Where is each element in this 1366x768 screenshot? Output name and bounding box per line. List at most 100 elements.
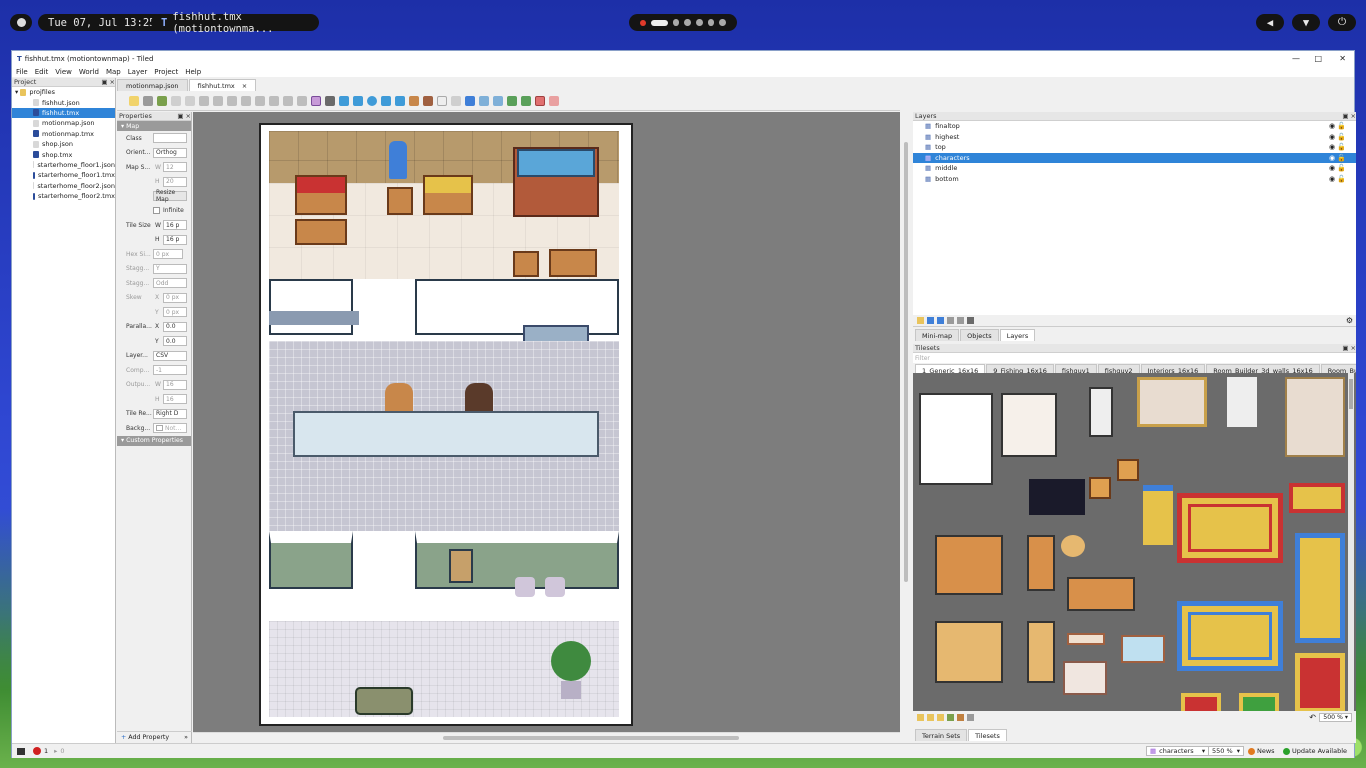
tile-round-stool[interactable] xyxy=(1061,535,1085,557)
canvas-vertical-scrollbar[interactable] xyxy=(902,112,911,732)
insert-polygon-icon[interactable] xyxy=(381,96,391,106)
vertical-scroll-thumb[interactable] xyxy=(904,142,908,582)
shape-fill-icon[interactable] xyxy=(241,96,251,106)
gear-icon[interactable]: ⚙ xyxy=(1346,316,1353,325)
menu-edit[interactable]: Edit xyxy=(35,68,49,76)
tab-tilesets[interactable]: Tilesets xyxy=(968,729,1007,741)
project-file-item[interactable]: motionmap.json xyxy=(12,118,115,128)
lock-layer-icon[interactable] xyxy=(967,317,974,324)
new-layer-icon[interactable] xyxy=(917,317,924,324)
tab-motionmap-json[interactable]: motionmap.json xyxy=(117,79,188,91)
orientation-select[interactable]: Orthog xyxy=(153,147,187,158)
workspace-dot[interactable] xyxy=(696,19,703,26)
panel-float-icon[interactable]: ▣ × xyxy=(1342,344,1356,352)
workspace-dot[interactable] xyxy=(684,19,692,26)
project-file-item[interactable]: fishhut.json xyxy=(12,97,115,107)
project-file-item[interactable]: starterhome_floor1.json xyxy=(12,160,115,170)
tile-shelf[interactable] xyxy=(1067,633,1105,645)
redo-icon[interactable] xyxy=(185,96,195,106)
error-icon[interactable] xyxy=(33,747,41,755)
tile-kitchen-set[interactable] xyxy=(1001,393,1057,457)
tile-height-field[interactable]: 16 p xyxy=(163,234,187,245)
panel-float-icon[interactable]: ▣ × xyxy=(177,112,191,120)
warning-icon[interactable]: ▸ xyxy=(54,747,57,755)
layer-format-select[interactable]: CSV xyxy=(153,350,187,361)
save-icon[interactable] xyxy=(143,96,153,106)
output-h-field[interactable]: 16 xyxy=(163,394,187,405)
insert-point-icon[interactable] xyxy=(353,96,363,106)
tile-dark-window[interactable] xyxy=(1029,479,1085,515)
new-tileset-icon[interactable] xyxy=(917,713,924,721)
insert-ellipse-icon[interactable] xyxy=(367,96,377,106)
eye-icon[interactable]: ◉ 🔓 xyxy=(1329,175,1346,183)
magic-wand-icon[interactable] xyxy=(283,96,293,106)
flip-horizontal-icon[interactable] xyxy=(479,96,489,106)
menu-file[interactable]: File xyxy=(16,68,28,76)
tile-map[interactable] xyxy=(259,123,633,726)
menu-map[interactable]: Map xyxy=(106,68,121,76)
layer-characters[interactable]: ▦ characters ◉ 🔓 xyxy=(913,152,1356,163)
tileset-scroll-thumb[interactable] xyxy=(1349,379,1353,409)
project-file-item[interactable]: fishhut.tmx xyxy=(12,107,115,119)
project-file-item[interactable]: shop.tmx xyxy=(12,149,115,159)
tileset-filter-input[interactable]: Filter xyxy=(913,353,1356,363)
project-file-item[interactable]: starterhome_floor1.tmx xyxy=(12,170,115,180)
tile-stove[interactable] xyxy=(1089,387,1113,437)
rect-select-icon[interactable] xyxy=(269,96,279,106)
bucket-fill-icon[interactable] xyxy=(227,96,237,106)
workspace-dot[interactable] xyxy=(707,19,715,26)
stagger-index-select[interactable]: Odd xyxy=(153,278,187,289)
highlight-layer-icon[interactable] xyxy=(535,96,545,106)
tab-layers[interactable]: Layers xyxy=(999,329,1036,341)
workspace-switcher[interactable] xyxy=(629,14,737,31)
world-tool-icon[interactable] xyxy=(451,96,461,106)
random-icon[interactable] xyxy=(957,713,964,721)
eye-icon[interactable]: ◉ 🔓 xyxy=(1329,164,1346,172)
select-objects-icon[interactable] xyxy=(311,96,321,106)
zoom-select[interactable]: 550 % ▾ xyxy=(1208,746,1245,756)
layer-finaltop[interactable]: ▦ finaltop ◉ 🔓 xyxy=(913,121,1356,132)
duplicate-layer-icon[interactable] xyxy=(947,317,954,324)
tile-table-orange[interactable] xyxy=(935,535,1003,595)
lower-layer-icon[interactable] xyxy=(937,317,944,324)
stamp-tool-icon[interactable] xyxy=(199,96,209,106)
project-file-item[interactable]: shop.json xyxy=(12,139,115,149)
export-icon[interactable] xyxy=(157,96,167,106)
tile-red-rug-2[interactable] xyxy=(1295,653,1345,711)
terrain-tool-icon[interactable] xyxy=(213,96,223,106)
layer-highest[interactable]: ▦ highest ◉ 🔓 xyxy=(913,132,1356,143)
tile-blue-rug[interactable] xyxy=(1177,601,1283,671)
system-menu-button[interactable] xyxy=(10,14,32,31)
tile-wall-2[interactable] xyxy=(1285,377,1345,457)
datetime-pill[interactable]: Tue 07, Jul 13:25 xyxy=(38,14,166,31)
panel-float-icon[interactable]: ▣ × xyxy=(101,78,115,86)
project-file-item[interactable]: motionmap.tmx xyxy=(12,129,115,139)
menu-layer[interactable]: Layer xyxy=(128,68,148,76)
tab-terrain-sets[interactable]: Terrain Sets xyxy=(915,729,968,741)
insert-polyline-icon[interactable] xyxy=(395,96,405,106)
window-titlebar[interactable]: T fishhut.tmx (motiontownmap) - Tiled — … xyxy=(12,51,1354,67)
eye-icon[interactable]: ◉ 🔓 xyxy=(1329,154,1346,162)
zoom-slider-icon[interactable]: ↶ xyxy=(1309,713,1316,722)
tile-stripe-rug[interactable] xyxy=(1143,485,1173,545)
menu-view[interactable]: View xyxy=(55,68,72,76)
minimize-button[interactable]: — xyxy=(1292,54,1300,63)
tile-table-side[interactable] xyxy=(1027,535,1055,591)
tile-table-tan-side[interactable] xyxy=(1027,621,1055,683)
flip-vertical-icon[interactable] xyxy=(493,96,503,106)
menu-help[interactable]: Help xyxy=(185,68,201,76)
parallax-x-field[interactable]: 0.0 xyxy=(163,321,187,332)
layer-top[interactable]: ▦ top ◉ 🔓 xyxy=(913,142,1356,153)
rotate-right-icon[interactable] xyxy=(521,96,531,106)
tab-objects[interactable]: Objects xyxy=(960,329,999,341)
map-canvas[interactable] xyxy=(193,112,900,732)
panel-float-icon[interactable]: ▣ × xyxy=(1342,112,1356,120)
network-button[interactable]: ▼ xyxy=(1292,14,1320,31)
skew-y-field[interactable]: 0 px xyxy=(163,307,187,318)
tile-width-field[interactable]: 16 p xyxy=(163,220,187,231)
delete-layer-icon[interactable] xyxy=(957,317,964,324)
raise-layer-icon[interactable] xyxy=(927,317,934,324)
workspace-dot[interactable] xyxy=(719,19,726,26)
parallax-y-field[interactable]: 0.0 xyxy=(163,336,187,347)
tile-small-crate[interactable] xyxy=(1089,477,1111,499)
